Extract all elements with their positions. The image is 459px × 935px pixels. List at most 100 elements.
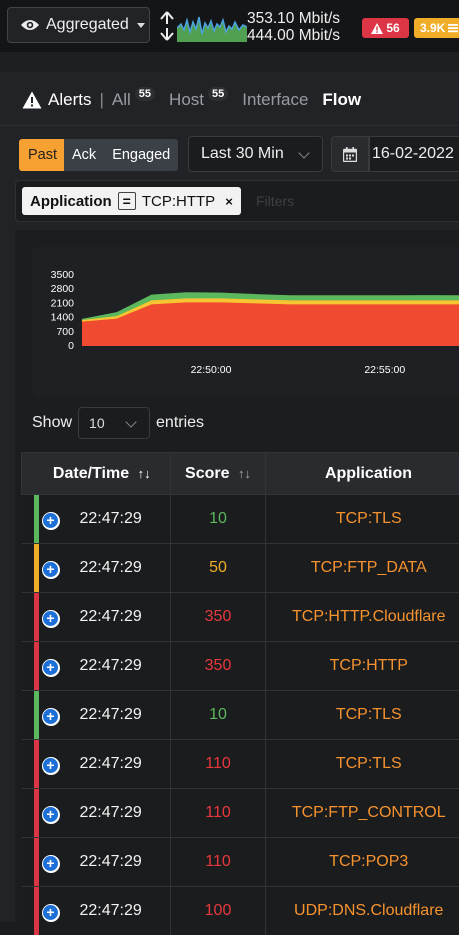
expand-row-icon[interactable]: + xyxy=(42,561,60,579)
row-application[interactable]: TCP:TLS xyxy=(336,510,402,527)
score-cell: 110 xyxy=(171,740,266,789)
expand-row-icon[interactable]: + xyxy=(42,659,60,677)
expand-row-icon[interactable]: + xyxy=(42,806,60,824)
alerts-table: Date/Time ↑↓ Score ↑↓ Application +22:47… xyxy=(21,452,459,935)
tab-host[interactable]: Host xyxy=(169,90,204,110)
table-row: +22:47:29 110 TCP:POP3 xyxy=(22,838,459,887)
table-row: +22:47:29350TCP:HTTP xyxy=(22,642,459,691)
severity-bar xyxy=(34,593,39,641)
alerts-title: Alerts xyxy=(48,90,91,110)
severity-bar xyxy=(34,789,39,837)
tab-flow[interactable]: Flow xyxy=(322,90,361,110)
table-row: +22:47:2910 TCP:TLS xyxy=(22,691,459,740)
column-header-score-label: Score xyxy=(185,465,229,482)
remove-filter-icon[interactable]: × xyxy=(225,194,233,209)
row-application[interactable]: TCP:TLS xyxy=(336,755,402,772)
severity-bar xyxy=(34,740,39,788)
application-cell: TCP:POP3 xyxy=(266,838,459,887)
status-tabs: Past Ack Engaged xyxy=(19,139,178,171)
application-cell: UDP:DNS.Cloudflare xyxy=(266,887,459,935)
datetime-cell: +22:47:29 xyxy=(34,691,171,740)
alerts-badge[interactable]: 56 xyxy=(362,18,409,38)
aggregated-label: Aggregated xyxy=(46,16,129,34)
row-application[interactable]: TCP:HTTP.Cloudflare xyxy=(292,608,446,625)
row-application[interactable]: UDP:DNS.Cloudflare xyxy=(294,902,443,919)
row-score: 50 xyxy=(209,559,227,576)
chevron-down-icon xyxy=(125,416,136,427)
date-input[interactable]: 16-02-2022 xyxy=(369,136,459,172)
tab-engaged[interactable]: Engaged xyxy=(104,139,178,171)
application-cell: TCP:TLS xyxy=(266,740,459,789)
row-application[interactable]: TCP:FTP_CONTROL xyxy=(292,804,446,821)
severity-cell xyxy=(22,740,34,789)
row-score: 100 xyxy=(205,902,232,919)
column-header-datetime[interactable]: Date/Time ↑↓ xyxy=(34,453,171,495)
entries-label: entries xyxy=(156,414,204,432)
application-cell: TCP:FTP_CONTROL xyxy=(266,789,459,838)
date-value: 16-02-2022 xyxy=(372,145,454,163)
expand-row-icon[interactable]: + xyxy=(42,855,60,873)
filter-key: Application xyxy=(30,193,112,210)
calendar-button[interactable] xyxy=(331,136,369,172)
up-down-arrows-icon xyxy=(158,10,176,42)
filters-placeholder[interactable]: Filters xyxy=(256,193,294,209)
filter-operator: = xyxy=(118,192,136,210)
row-application[interactable]: TCP:POP3 xyxy=(329,853,408,870)
severity-bar xyxy=(34,495,39,543)
expand-row-icon[interactable]: + xyxy=(42,610,60,628)
tab-all[interactable]: All xyxy=(112,90,131,110)
entries-select[interactable]: 10 xyxy=(78,407,150,439)
aggregated-dropdown[interactable]: Aggregated xyxy=(7,7,150,43)
flows-badge[interactable]: 3.9K xyxy=(414,18,459,38)
throughput-readout: 353.10 Mbit/s 444.00 Mbit/s xyxy=(247,10,340,44)
throughput-download: 444.00 Mbit/s xyxy=(247,27,340,44)
filter-chip[interactable]: Application = TCP:HTTP × xyxy=(22,187,241,215)
expand-row-icon[interactable]: + xyxy=(42,512,60,530)
row-time: 22:47:29 xyxy=(80,804,142,821)
severity-cell xyxy=(22,593,34,642)
column-header-score[interactable]: Score ↑↓ xyxy=(171,453,266,495)
y-tick-label: 2100 xyxy=(51,297,75,309)
filter-bar: Application = TCP:HTTP × Filters xyxy=(15,180,459,222)
traffic-sparkline xyxy=(177,12,247,42)
table-row: +22:47:2950TCP:FTP_DATA xyxy=(22,544,459,593)
column-header-datetime-label: Date/Time xyxy=(53,465,129,482)
score-cell: 10 xyxy=(171,691,266,740)
bars-icon xyxy=(448,23,458,33)
tab-interface[interactable]: Interface xyxy=(242,90,308,110)
calendar-icon xyxy=(343,147,357,162)
datetime-cell: +22:47:29 xyxy=(34,740,171,789)
severity-bar xyxy=(34,838,39,886)
row-application[interactable]: TCP:TLS xyxy=(336,706,402,723)
severity-cell xyxy=(22,887,34,935)
column-header-application[interactable]: Application xyxy=(266,453,459,495)
tab-ack[interactable]: Ack xyxy=(64,139,104,171)
row-score: 350 xyxy=(205,608,232,625)
time-range-select[interactable]: Last 30 Min xyxy=(188,136,323,172)
host-count-badge: 55 xyxy=(208,87,228,101)
tab-past[interactable]: Past xyxy=(19,139,64,171)
application-cell: TCP:TLS xyxy=(266,495,459,544)
row-application[interactable]: TCP:HTTP xyxy=(330,657,408,674)
expand-row-icon[interactable]: + xyxy=(42,904,60,922)
row-time: 22:47:29 xyxy=(80,608,142,625)
row-application[interactable]: TCP:FTP_DATA xyxy=(311,559,427,576)
warning-icon xyxy=(22,91,42,109)
expand-row-icon[interactable]: + xyxy=(42,708,60,726)
score-cell: 50 xyxy=(171,544,266,593)
alerts-nav: Alerts | All 55 Host 55 Interface Flow xyxy=(22,86,361,114)
x-tick-label: 22:50:00 xyxy=(191,364,232,376)
score-cell: 350 xyxy=(171,642,266,691)
score-cell: 350 xyxy=(171,593,266,642)
severity-bar xyxy=(34,691,39,739)
alerts-badge-count: 56 xyxy=(386,21,399,35)
row-time: 22:47:29 xyxy=(80,853,142,870)
filter-value: TCP:HTTP xyxy=(142,193,215,210)
row-score: 110 xyxy=(205,853,231,870)
expand-row-icon[interactable]: + xyxy=(42,757,60,775)
severity-cell xyxy=(22,789,34,838)
divider xyxy=(0,125,459,126)
row-score: 110 xyxy=(205,804,231,821)
application-cell: TCP:TLS xyxy=(266,691,459,740)
table-row: +22:47:29 350 TCP:HTTP.Cloudflare xyxy=(22,593,459,642)
